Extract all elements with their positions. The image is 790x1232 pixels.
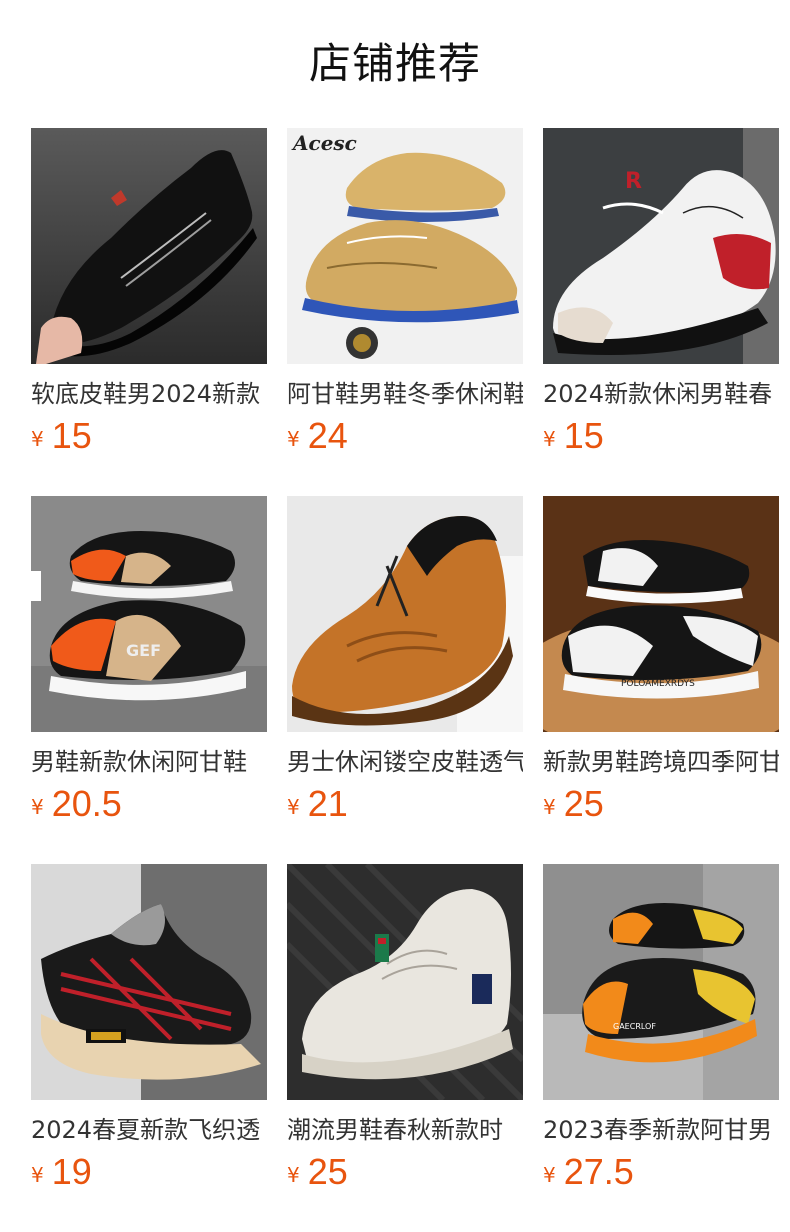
product-price: ¥24 xyxy=(287,418,348,454)
product-image[interactable]: GEF xyxy=(31,496,267,732)
product-card[interactable]: R 2024新款休闲男鞋春 ¥15 xyxy=(543,128,779,454)
black-orange-sneaker-icon: GEF xyxy=(31,496,267,732)
product-price: ¥21 xyxy=(287,786,348,822)
product-name[interactable]: 2024春夏新款飞织透 xyxy=(31,1114,267,1146)
product-price: ¥20.5 xyxy=(31,786,122,822)
product-image[interactable] xyxy=(287,496,523,732)
product-price: ¥15 xyxy=(31,418,92,454)
store-recommendations-page: 店铺推荐 软底皮鞋男2024新款 ¥ 15 Acesc 阿甘鞋男鞋冬季休闲鞋 ¥… xyxy=(0,0,790,1232)
product-image[interactable]: POLOAMEXRDYS xyxy=(543,496,779,732)
product-card[interactable]: 软底皮鞋男2024新款 ¥15 xyxy=(31,128,267,454)
price-value: 15 xyxy=(51,415,92,456)
currency-symbol: ¥ xyxy=(543,1163,556,1187)
currency-symbol: ¥ xyxy=(287,1163,300,1187)
product-price: ¥27.5 xyxy=(543,1154,634,1190)
svg-text:GEF: GEF xyxy=(126,641,161,660)
product-name[interactable]: 软底皮鞋男2024新款 xyxy=(31,378,267,410)
black-white-sneaker-icon: POLOAMEXRDYS xyxy=(543,496,779,732)
brown-leather-shoe-icon xyxy=(287,496,523,732)
product-name[interactable]: 男鞋新款休闲阿甘鞋 xyxy=(31,746,267,778)
currency-symbol: ¥ xyxy=(543,795,556,819)
svg-text:POLOAMEXRDYS: POLOAMEXRDYS xyxy=(621,679,695,689)
product-name[interactable]: 新款男鞋跨境四季阿甘 xyxy=(543,746,779,778)
product-price: ¥25 xyxy=(543,786,604,822)
product-price: ¥25 xyxy=(287,1154,348,1190)
khaki-sneaker-icon: Acesc xyxy=(287,128,523,364)
currency-symbol: ¥ xyxy=(287,427,300,451)
product-name[interactable]: 潮流男鞋春秋新款时 xyxy=(287,1114,523,1146)
product-image[interactable]: R xyxy=(543,128,779,364)
product-card[interactable]: GAECRLOF 2023春季新款阿甘男 ¥27.5 xyxy=(543,864,779,1190)
product-card[interactable]: 2024春夏新款飞织透 ¥19 xyxy=(31,864,267,1190)
currency-symbol: ¥ xyxy=(31,795,44,819)
product-image[interactable]: GAECRLOF xyxy=(543,864,779,1100)
product-price: ¥19 xyxy=(31,1154,92,1190)
currency-symbol: ¥ xyxy=(31,427,44,451)
price-value: 27.5 xyxy=(563,1151,634,1192)
product-card[interactable]: 男士休闲镂空皮鞋透气 ¥21 xyxy=(287,496,523,822)
white-sneaker-icon: R xyxy=(543,128,779,364)
currency-symbol: ¥ xyxy=(287,795,300,819)
product-image[interactable] xyxy=(31,864,267,1100)
price-value: 25 xyxy=(307,1151,348,1192)
product-card[interactable]: Acesc 阿甘鞋男鞋冬季休闲鞋 ¥24 xyxy=(287,128,523,454)
white-skate-shoe-icon xyxy=(287,864,523,1100)
price-value: 20.5 xyxy=(51,783,122,824)
svg-text:Acesc: Acesc xyxy=(291,131,357,155)
price-value: 21 xyxy=(307,783,348,824)
section-title: 店铺推荐 xyxy=(308,39,481,88)
orange-black-sneaker-icon: GAECRLOF xyxy=(543,864,779,1100)
currency-symbol: ¥ xyxy=(31,1163,44,1187)
price-value: 25 xyxy=(563,783,604,824)
svg-text:R: R xyxy=(625,169,642,194)
product-image[interactable]: Acesc xyxy=(287,128,523,364)
product-name[interactable]: 男士休闲镂空皮鞋透气 xyxy=(287,746,523,778)
price-value: 19 xyxy=(51,1151,92,1192)
product-card[interactable]: 潮流男鞋春秋新款时 ¥25 xyxy=(287,864,523,1190)
product-name[interactable]: 2023春季新款阿甘男 xyxy=(543,1114,779,1146)
black-leather-shoe-icon xyxy=(31,128,267,364)
product-grid: 软底皮鞋男2024新款 ¥15 Acesc 阿甘鞋男鞋冬季休闲鞋 ¥ 24 R … xyxy=(31,128,790,1190)
product-card[interactable]: POLOAMEXRDYS 新款男鞋跨境四季阿甘 ¥25 xyxy=(543,496,779,822)
svg-text:GAECRLOF: GAECRLOF xyxy=(613,1022,656,1031)
product-name[interactable]: 阿甘鞋男鞋冬季休闲鞋 xyxy=(287,378,523,410)
product-price: ¥15 xyxy=(543,418,604,454)
product-card[interactable]: GEF 男鞋新款休闲阿甘鞋 ¥20.5 xyxy=(31,496,267,822)
knit-slip-on-icon xyxy=(31,864,267,1100)
product-image[interactable] xyxy=(287,864,523,1100)
price-value: 15 xyxy=(563,415,604,456)
price-value: 24 xyxy=(307,415,348,456)
product-image[interactable] xyxy=(31,128,267,364)
currency-symbol: ¥ xyxy=(543,427,556,451)
product-name[interactable]: 2024新款休闲男鞋春 xyxy=(543,378,779,410)
